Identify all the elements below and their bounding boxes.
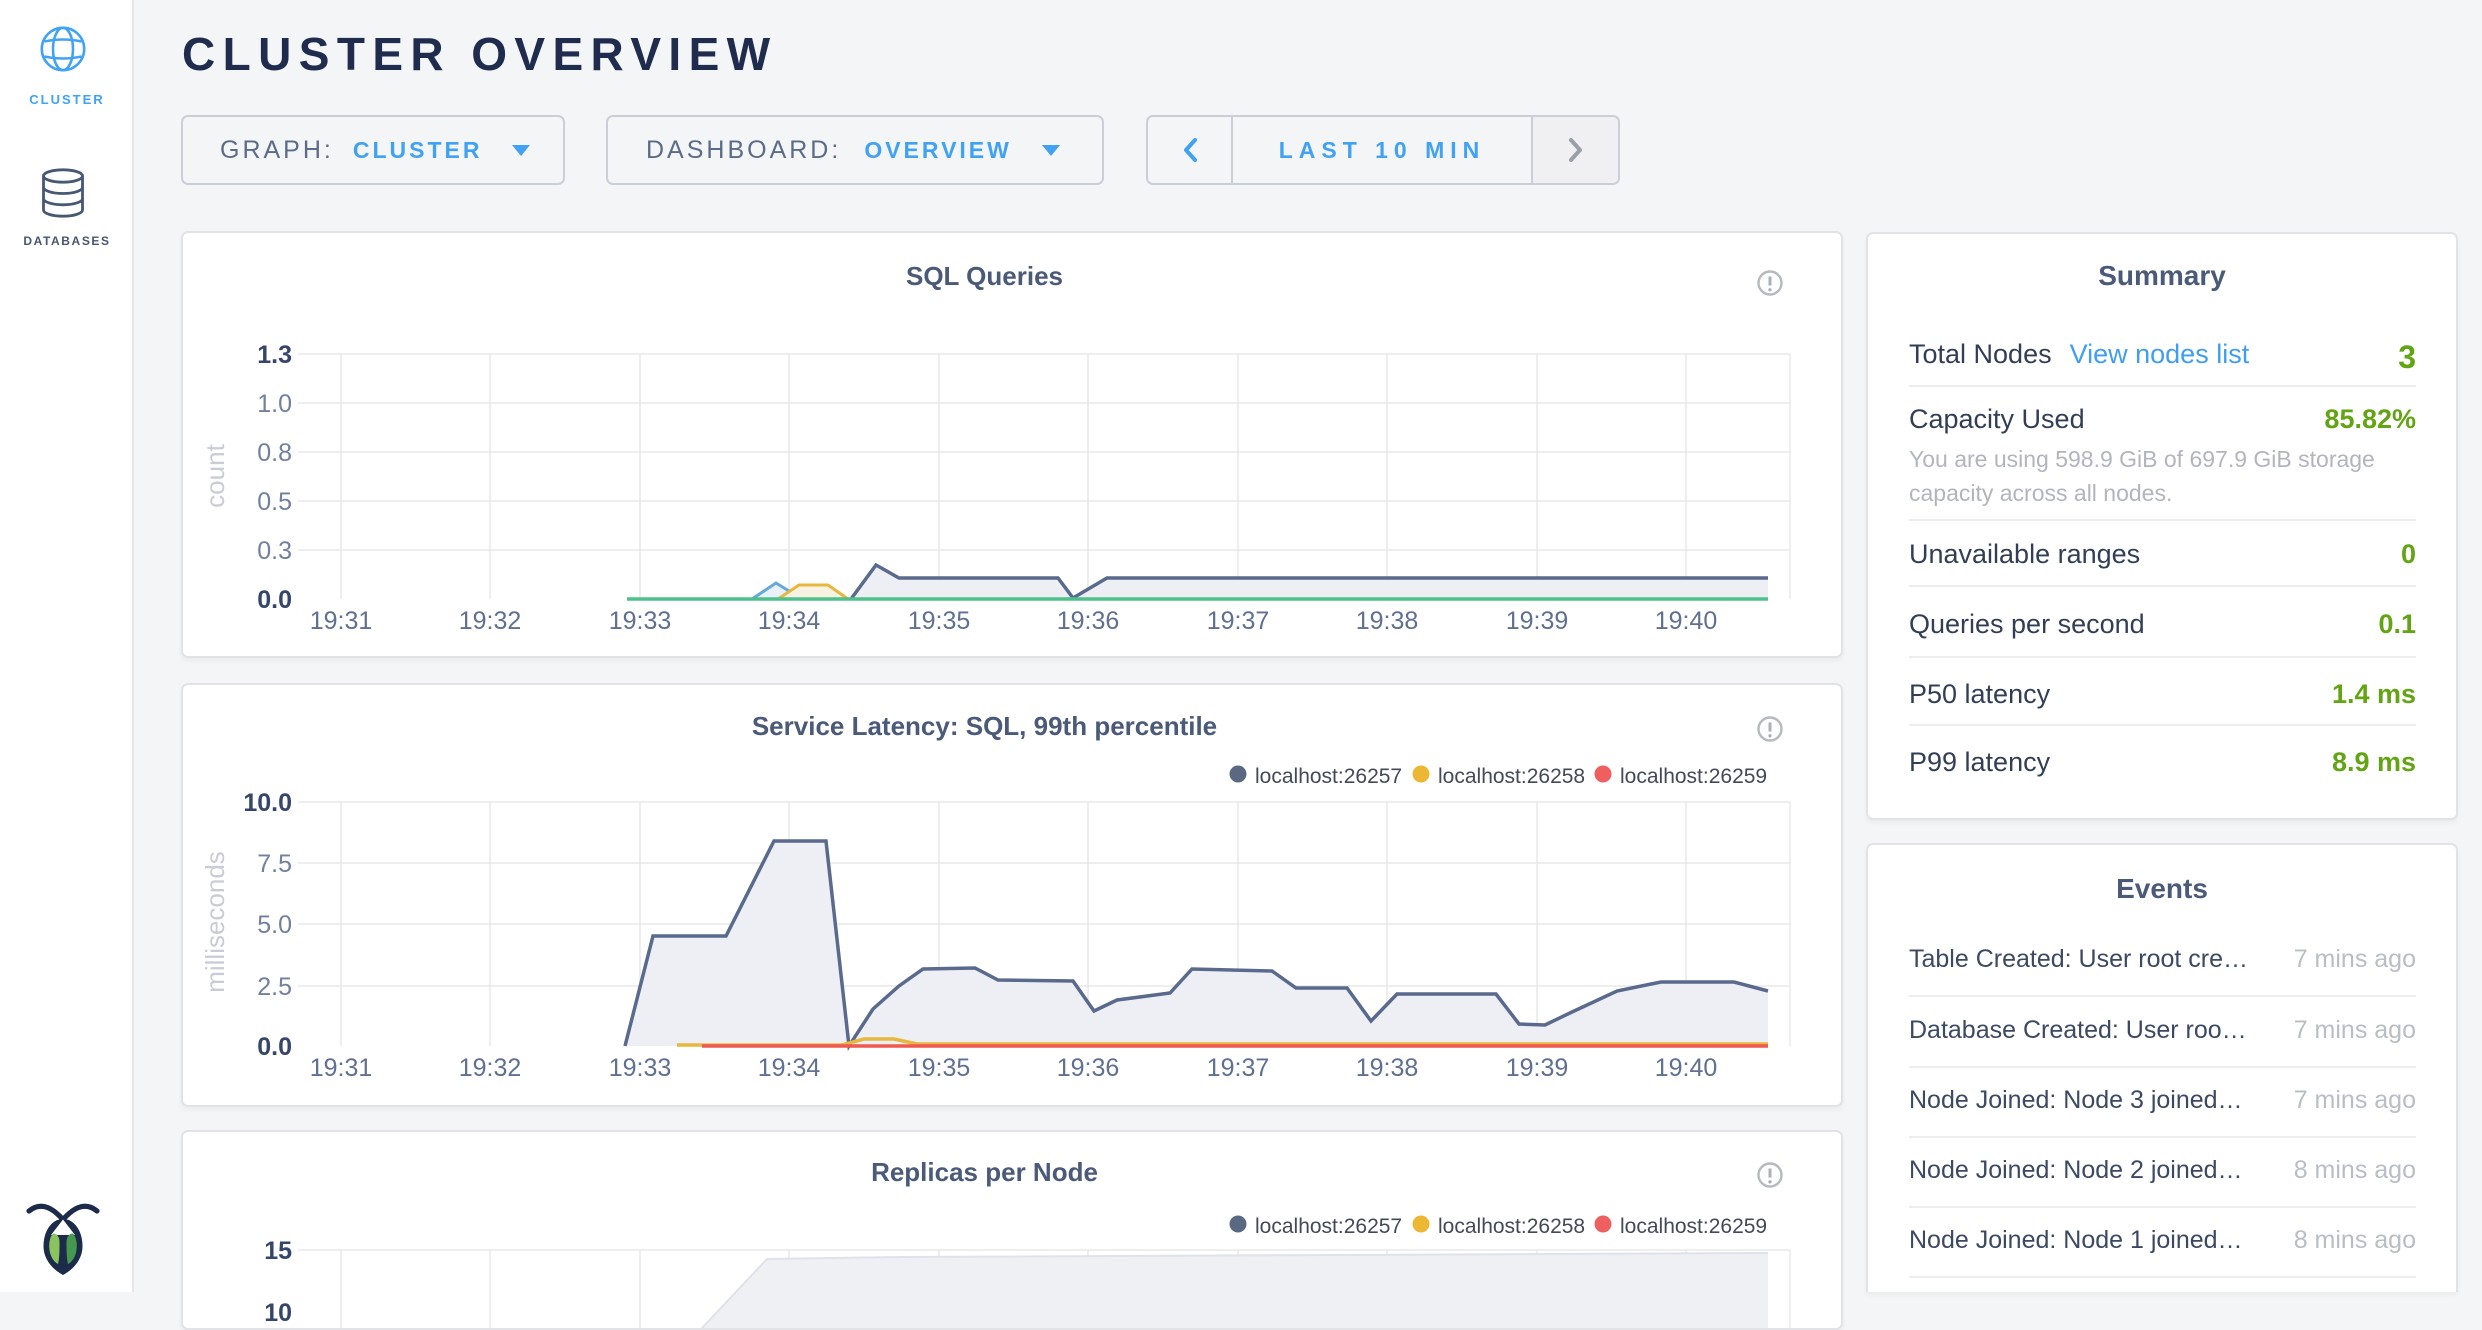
svg-text:count: count <box>200 443 230 507</box>
svg-text:milliseconds: milliseconds <box>200 851 230 993</box>
svg-text:19:31: 19:31 <box>310 1054 373 1082</box>
svg-text:5.0: 5.0 <box>257 911 292 939</box>
svg-text:0.8: 0.8 <box>257 439 292 467</box>
svg-text:19:32: 19:32 <box>459 607 522 635</box>
svg-text:7.5: 7.5 <box>257 850 292 878</box>
svg-text:19:36: 19:36 <box>1057 1054 1120 1082</box>
svg-text:19:38: 19:38 <box>1356 1054 1419 1082</box>
svg-text:0.5: 0.5 <box>257 488 292 516</box>
svg-text:19:36: 19:36 <box>1057 607 1120 635</box>
svg-text:10.0: 10.0 <box>243 789 292 817</box>
svg-text:19:40: 19:40 <box>1655 1054 1718 1082</box>
svg-text:localhost:26259: localhost:26259 <box>1620 1215 1767 1238</box>
svg-text:19:39: 19:39 <box>1506 1054 1569 1082</box>
svg-text:0.0: 0.0 <box>257 1033 292 1061</box>
svg-text:19:38: 19:38 <box>1356 607 1419 635</box>
svg-text:19:33: 19:33 <box>609 607 672 635</box>
svg-text:1.0: 1.0 <box>257 390 292 418</box>
svg-text:19:35: 19:35 <box>908 1054 971 1082</box>
svg-text:1.3: 1.3 <box>257 341 292 369</box>
svg-text:19:35: 19:35 <box>908 607 971 635</box>
svg-text:localhost:26257: localhost:26257 <box>1255 1215 1402 1238</box>
svg-text:19:37: 19:37 <box>1207 1054 1270 1082</box>
svg-text:localhost:26258: localhost:26258 <box>1438 765 1585 788</box>
svg-text:19:37: 19:37 <box>1207 607 1270 635</box>
svg-text:localhost:26257: localhost:26257 <box>1255 765 1402 788</box>
svg-text:19:31: 19:31 <box>310 607 373 635</box>
svg-text:localhost:26259: localhost:26259 <box>1620 765 1767 788</box>
svg-text:localhost:26258: localhost:26258 <box>1438 1215 1585 1238</box>
svg-text:19:32: 19:32 <box>459 1054 522 1082</box>
svg-text:2.5: 2.5 <box>257 973 292 1001</box>
svg-text:0.3: 0.3 <box>257 537 292 565</box>
svg-text:10: 10 <box>264 1299 292 1327</box>
svg-text:19:34: 19:34 <box>758 1054 821 1082</box>
svg-text:19:39: 19:39 <box>1506 607 1569 635</box>
svg-text:19:34: 19:34 <box>758 607 821 635</box>
svg-text:15: 15 <box>264 1237 292 1265</box>
svg-text:0.0: 0.0 <box>257 586 292 614</box>
svg-text:19:40: 19:40 <box>1655 607 1718 635</box>
svg-text:19:33: 19:33 <box>609 1054 672 1082</box>
